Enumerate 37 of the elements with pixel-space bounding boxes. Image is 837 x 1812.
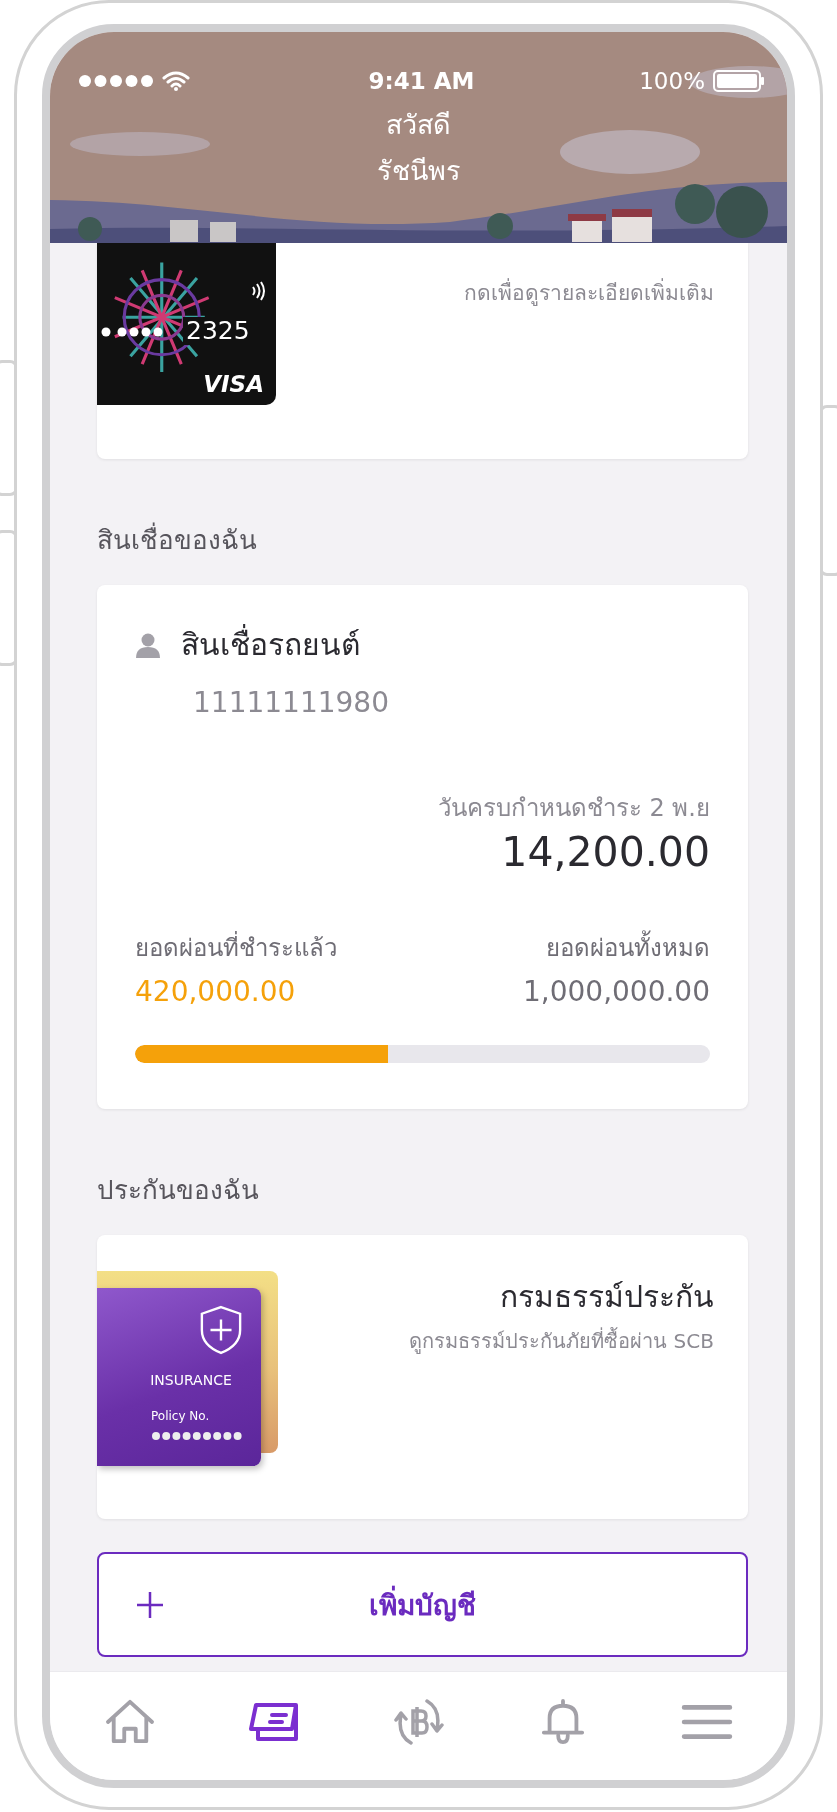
status-time: 9:41 AM bbox=[368, 68, 475, 94]
battery-icon bbox=[713, 70, 765, 92]
credit-card-panel[interactable]: 2325 VISA กดเพื่อดูรายละเอียดเพิ่มเติม bbox=[97, 243, 748, 459]
card-details-hint: กดเพื่อดูรายละเอียดเพิ่มเติม bbox=[464, 276, 714, 459]
tree-drawing bbox=[487, 213, 513, 239]
person-icon bbox=[135, 632, 161, 658]
shield-plus-icon bbox=[199, 1304, 243, 1356]
section-title: สินเชื่อของฉัน bbox=[97, 459, 748, 585]
card-network-logo: VISA bbox=[203, 371, 264, 397]
houses-drawing bbox=[170, 220, 236, 242]
total-label: ยอดผ่อนทั้งหมด bbox=[546, 931, 710, 965]
wifi-icon bbox=[162, 71, 190, 91]
insurance-card-label: INSURANCE bbox=[149, 1372, 233, 1388]
tree-drawing bbox=[78, 217, 102, 241]
plus-icon bbox=[135, 1590, 165, 1620]
policy-number-label: Policy No. bbox=[151, 1409, 210, 1423]
due-date-label: วันครบกำหนดชำระ 2 พ.ย bbox=[437, 793, 710, 824]
home-icon bbox=[104, 1699, 156, 1745]
add-account-button[interactable]: เพิ่มบัญชี bbox=[97, 1552, 748, 1657]
paid-label: ยอดผ่อนที่ชำระแล้ว bbox=[135, 931, 337, 965]
loan-name: สินเชื่อรถยนต์ bbox=[181, 625, 360, 665]
greeting-text: สวัสดี bbox=[386, 108, 451, 142]
loan-account-number: 11111111980 bbox=[193, 685, 390, 721]
baht-exchange-icon bbox=[392, 1699, 445, 1745]
insurance-description: ดูกรมธรรม์ประกันภัยที่ซื้อผ่าน SCB bbox=[409, 1326, 714, 1356]
loan-card[interactable]: สินเชื่อรถยนต์ 11111111980 วันครบกำหนดชำระ 2 พ.ย 14,200.00 ยอดผ่อนที่ชำระแล้ว 420,000.00 ยอดผ่อนทั้งหมด 1,000,000.00 bbox=[97, 585, 748, 1109]
section-title: ประกันของฉัน bbox=[97, 1174, 260, 1207]
due-amount: 14,200.00 bbox=[501, 827, 710, 878]
contactless-icon bbox=[250, 281, 266, 301]
total-amount: 1,000,000.00 bbox=[522, 974, 710, 1010]
user-name: รัชนีพร bbox=[376, 154, 461, 188]
battery-percentage: 100% bbox=[639, 68, 705, 94]
insurance-card[interactable]: INSURANCE Policy No. กรมธรรม์ประกัน ดูกรมธรรม์ประกันภัยที่ซื้อผ่าน SCB bbox=[97, 1235, 748, 1519]
masked-number-dots bbox=[101, 327, 163, 337]
insurance-title: กรมธรรม์ประกัน bbox=[499, 1278, 714, 1316]
signal-dots-icon bbox=[78, 74, 154, 88]
paid-amount: 420,000.00 bbox=[135, 974, 297, 1010]
